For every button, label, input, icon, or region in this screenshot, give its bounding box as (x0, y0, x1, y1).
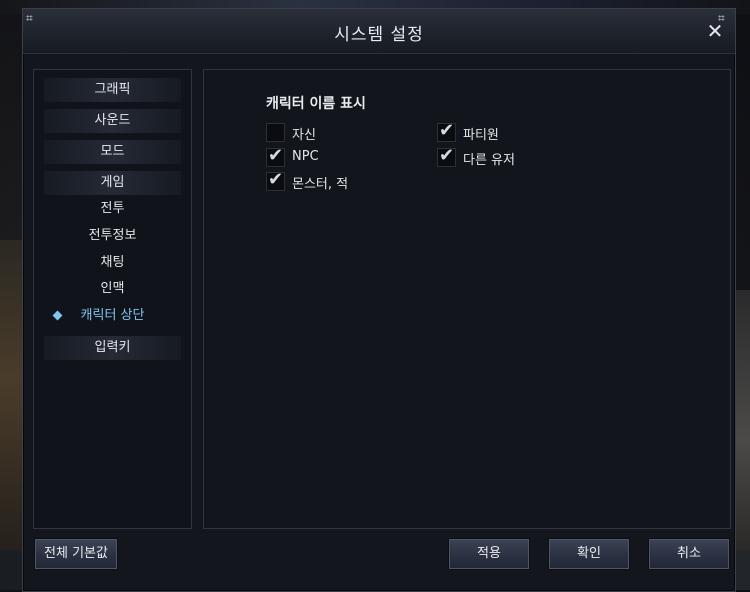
checkmark-icon: ✔ (439, 120, 455, 141)
category-sound[interactable]: 사운드 (44, 109, 181, 133)
cancel-button[interactable]: 취소 (649, 539, 729, 569)
system-settings-window: ⌗ ⌗ 시스템 설정 ✕ 그래픽 사운드 모드 게임 전투 전투정보 채팅 인맥… (22, 8, 736, 592)
category-keybinds[interactable]: 입력키 (44, 336, 181, 360)
checkbox-monster[interactable]: ✔ (266, 169, 285, 191)
subitem-character-top[interactable]: 캐릭터 상단 (44, 305, 181, 327)
subitem-character-top-label: 캐릭터 상단 (80, 308, 145, 323)
option-monster-label: 몬스터, 적 (292, 177, 349, 192)
option-other-users-label: 다른 유저 (463, 153, 515, 168)
section-title: 캐릭터 이름 표시 (266, 96, 366, 112)
reset-all-button[interactable]: 전체 기본값 (35, 539, 117, 569)
settings-sidebar: 그래픽 사운드 모드 게임 전투 전투정보 채팅 인맥 캐릭터 상단 입력키 (33, 69, 192, 529)
option-npc-label: NPC (292, 149, 319, 164)
category-mode[interactable]: 모드 (44, 140, 181, 164)
subitem-contacts[interactable]: 인맥 (44, 278, 181, 300)
settings-content-panel: 캐릭터 이름 표시 자신 ✔ NPC ✔ 몬스터, 적 ✔ 파티원 ✔ 다른 유… (203, 69, 731, 529)
category-graphics[interactable]: 그래픽 (44, 78, 181, 102)
checkmark-icon: ✔ (439, 145, 455, 166)
checkmark-icon: ✔ (268, 145, 284, 166)
subitem-combat[interactable]: 전투 (44, 198, 181, 220)
title-bar[interactable]: ⌗ ⌗ 시스템 설정 ✕ (23, 9, 735, 54)
option-party-label: 파티원 (463, 128, 499, 143)
subitem-combat-info[interactable]: 전투정보 (44, 225, 181, 247)
selected-diamond-icon (52, 310, 63, 321)
checkbox-other-users[interactable]: ✔ (437, 145, 456, 167)
subitem-chat[interactable]: 채팅 (44, 252, 181, 274)
apply-button[interactable]: 적용 (449, 539, 529, 569)
close-icon[interactable]: ✕ (705, 21, 725, 41)
checkbox-self[interactable] (266, 123, 285, 142)
ok-button[interactable]: 확인 (549, 539, 629, 569)
checkmark-icon: ✔ (268, 169, 284, 190)
window-title: 시스템 설정 (334, 25, 424, 45)
checkbox-npc[interactable]: ✔ (266, 145, 285, 167)
option-self-label: 자신 (292, 128, 316, 143)
checkbox-party[interactable]: ✔ (437, 120, 456, 142)
category-game[interactable]: 게임 (44, 171, 181, 195)
